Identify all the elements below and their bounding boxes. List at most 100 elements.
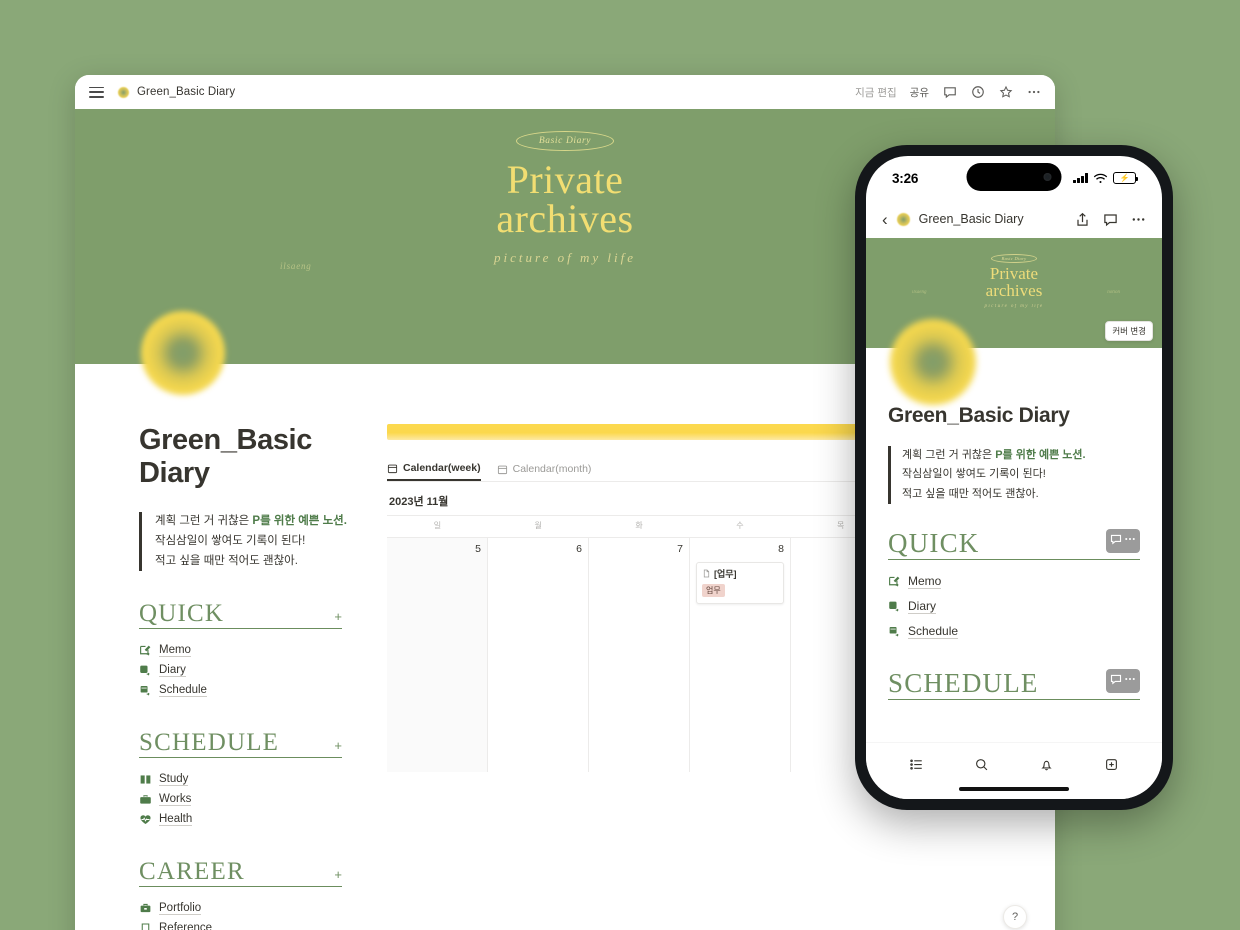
comment-icon[interactable]: [942, 85, 957, 100]
tab-calendar-month[interactable]: Calendar(month): [497, 463, 592, 480]
cover-right-word: notion: [1107, 290, 1120, 295]
page-link-health[interactable]: Health: [139, 809, 375, 829]
weekday-label: 일: [433, 521, 442, 530]
page-link-label: Diary: [159, 663, 186, 677]
page-left-column: Green_Basic Diary 계획 그런 거 귀찮은 P를 위한 예쁜 노…: [75, 424, 375, 930]
cover-title-line2: archives: [985, 280, 1043, 300]
list-icon[interactable]: [909, 757, 924, 772]
share-button[interactable]: 공유: [910, 85, 929, 100]
calendar-event-card[interactable]: [업무] 업무: [696, 562, 784, 604]
dynamic-island: [966, 163, 1062, 191]
event-tag: 업무: [702, 584, 725, 597]
calendar-icon: [497, 465, 507, 474]
edit-status-label: 지금 편집: [855, 86, 897, 99]
page-link-works[interactable]: Works: [139, 789, 375, 809]
calendar-icon: [140, 685, 150, 696]
briefcase-icon: [140, 795, 151, 804]
page-link-memo[interactable]: Memo: [139, 640, 375, 660]
new-page-icon[interactable]: [1104, 757, 1119, 772]
cover-left-word: ilsaeng: [912, 290, 927, 295]
camera-dot: [1043, 173, 1052, 181]
more-icon[interactable]: [1131, 212, 1146, 227]
calendar-day-cell[interactable]: 5: [387, 538, 488, 772]
menu-icon[interactable]: [89, 86, 104, 98]
calendar-day-cell[interactable]: 6: [488, 538, 589, 772]
more-icon[interactable]: [1026, 85, 1041, 100]
page-link-reference[interactable]: Reference: [139, 918, 375, 930]
book-icon: [889, 601, 899, 612]
weekday-label: 화: [635, 521, 643, 530]
quote-line1-highlight: P를 위한 예쁜 노션.: [252, 515, 347, 527]
calendar-day-cell[interactable]: 7: [589, 538, 690, 772]
clock-icon[interactable]: [970, 85, 985, 100]
add-item-button-career[interactable]: +: [334, 867, 342, 884]
page-link-diary[interactable]: Diary: [888, 594, 1140, 619]
cover-title-line2: archives: [496, 196, 634, 242]
page-icon: [703, 569, 710, 578]
comment-icon[interactable]: [1110, 532, 1122, 550]
page-link-memo[interactable]: Memo: [888, 569, 1140, 594]
page-emoji-icon[interactable]: [141, 311, 225, 395]
tab-calendar-week[interactable]: Calendar(week): [387, 462, 481, 481]
topbar-actions: 지금 편집 공유: [855, 85, 1041, 100]
phone-section-quick: QUICK Memo Diary Schedule: [888, 528, 1140, 644]
quote-line1-plain: 계획 그런 거 귀찮은: [902, 449, 996, 461]
tab-label: Calendar(month): [512, 463, 592, 475]
cover-title-line1: Private: [506, 157, 624, 202]
page-link-portfolio[interactable]: Portfolio: [139, 898, 375, 918]
comment-icon[interactable]: [1103, 212, 1118, 227]
help-button[interactable]: ?: [1003, 905, 1027, 929]
phone-page-emoji-icon[interactable]: [890, 319, 976, 405]
star-icon[interactable]: [998, 85, 1013, 100]
status-indicators: ⚡: [1073, 172, 1138, 184]
add-item-button-quick[interactable]: +: [334, 609, 342, 626]
pencil-square-icon: [140, 645, 151, 656]
section-links-quick: Memo Diary Schedule: [139, 640, 375, 700]
search-icon[interactable]: [974, 757, 989, 772]
page-link-schedule[interactable]: Schedule: [139, 680, 375, 700]
cover-subtitle: picture of my life: [494, 250, 636, 266]
quote-line1-highlight: P를 위한 예쁜 노션.: [995, 449, 1086, 461]
section-header: QUICK +: [139, 600, 342, 630]
home-indicator: [959, 786, 1069, 791]
open-book-icon: [140, 775, 151, 784]
comment-icon[interactable]: [1110, 672, 1122, 690]
add-item-button-schedule[interactable]: +: [334, 738, 342, 755]
page-link-schedule[interactable]: Schedule: [888, 619, 1140, 644]
phone-doc-title[interactable]: Green_Basic Diary: [888, 404, 1140, 428]
weekday-label: 월: [534, 521, 542, 530]
calendar-icon: [387, 464, 398, 473]
more-icon[interactable]: [1124, 532, 1136, 550]
day-number: 8: [778, 543, 784, 555]
section-links-schedule: Study Works Health: [139, 769, 375, 829]
cover-subtitle: picture of my life: [984, 304, 1044, 310]
page-link-study[interactable]: Study: [139, 769, 375, 789]
more-icon[interactable]: [1124, 672, 1136, 690]
heart-pulse-icon: [140, 815, 151, 824]
phone-section-links: Memo Diary Schedule: [888, 569, 1140, 644]
quote-line2: 작심삼일이 쌓여도 기록이 된다!: [902, 468, 1046, 481]
page-title[interactable]: Green_Basic Diary: [139, 424, 375, 490]
desktop-topbar: Green_Basic Diary 지금 편집 공유: [75, 75, 1055, 109]
breadcrumb-page-title[interactable]: Green_Basic Diary: [137, 86, 235, 98]
page-link-label: Reference: [159, 922, 212, 930]
phone-mockup: 3:26 ⚡ ‹ Green_Basic Diary Basic Diary P…: [855, 145, 1173, 810]
phone-page-title[interactable]: Green_Basic Diary: [919, 212, 1024, 226]
day-number: 6: [576, 543, 582, 555]
day-number: 5: [475, 543, 481, 555]
page-link-diary[interactable]: Diary: [139, 660, 375, 680]
change-cover-button[interactable]: 커버 변경: [1105, 321, 1153, 341]
page-link-label: Works: [159, 792, 192, 806]
section-header: QUICK: [888, 528, 1140, 560]
phone-cover-artwork: Basic Diary Private archives picture of …: [866, 254, 1162, 309]
bell-icon[interactable]: [1039, 757, 1054, 772]
phone-nav-bar: ‹ Green_Basic Diary: [866, 200, 1162, 238]
section-title-quick: QUICK: [139, 600, 225, 628]
share-icon[interactable]: [1075, 212, 1090, 227]
calendar-day-cell[interactable]: 8 [업무] 업무: [690, 538, 791, 772]
cover-badge: Basic Diary: [515, 131, 615, 151]
status-time: 3:26: [892, 170, 919, 186]
page-link-label: Memo: [908, 573, 942, 589]
page-link-label: Diary: [908, 598, 937, 614]
chevron-left-icon[interactable]: ‹: [882, 211, 888, 228]
